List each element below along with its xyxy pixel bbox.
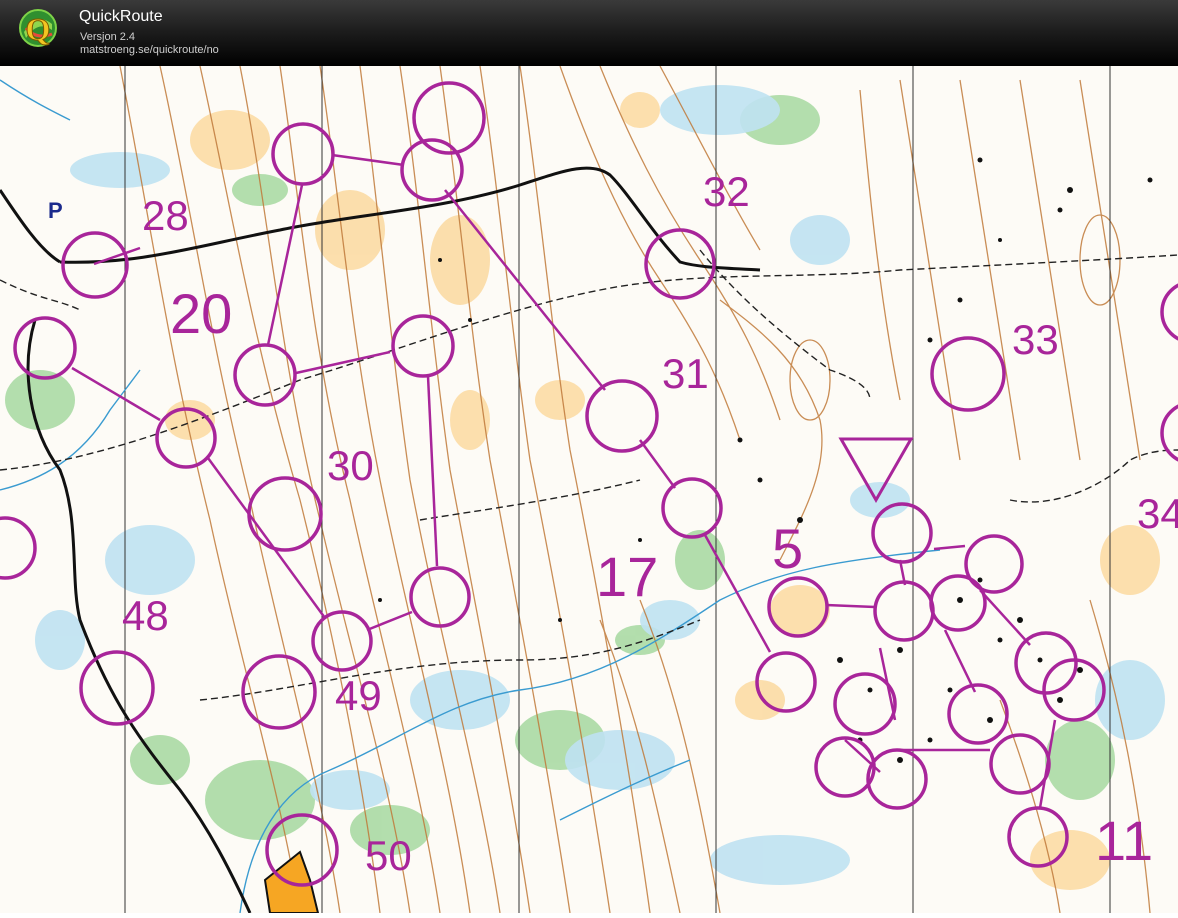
parking-symbol: P — [48, 198, 63, 223]
rocky-ground — [378, 157, 1153, 763]
control-circle[interactable] — [247, 476, 323, 552]
control-number: 20 — [170, 282, 232, 345]
control-number: 11 — [1095, 809, 1153, 872]
control-circle[interactable] — [661, 477, 723, 539]
control-circle[interactable] — [79, 650, 155, 726]
orienteering-map[interactable]: P 28 20 30 48 49 50 31 32 17 5 33 34 11 — [0, 65, 1178, 914]
app-title: QuickRoute — [79, 8, 163, 25]
control-number: 49 — [335, 672, 382, 719]
svg-text:Q: Q — [26, 11, 51, 47]
control-circle[interactable] — [871, 502, 933, 564]
app-url[interactable]: matstroeng.se/quickroute/no — [80, 44, 219, 56]
control-circle[interactable] — [930, 336, 1006, 412]
control-number: 33 — [1012, 316, 1059, 363]
streams — [0, 79, 941, 914]
control-circle[interactable] — [233, 343, 297, 407]
control-number: 30 — [327, 442, 374, 489]
control-circle[interactable] — [929, 574, 987, 632]
control-circle[interactable] — [947, 683, 1009, 745]
control-number: 5 — [772, 517, 803, 580]
control-circle[interactable] — [271, 122, 335, 186]
control-circle[interactable] — [0, 516, 37, 580]
control-number: 48 — [122, 592, 169, 639]
control-number: 17 — [596, 545, 658, 608]
control-circle[interactable] — [13, 316, 77, 380]
control-number: 34 — [1137, 490, 1178, 537]
control-circle[interactable] — [866, 748, 928, 810]
control-circle[interactable] — [989, 733, 1051, 795]
control-number: 50 — [365, 832, 412, 879]
app-header: Q QuickRoute Versjon 2.4 matstroeng.se/q… — [0, 0, 1178, 66]
control-circle[interactable] — [644, 228, 716, 300]
control-circle[interactable] — [1160, 282, 1178, 342]
course-legs — [71, 153, 1057, 809]
control-circle[interactable] — [1160, 403, 1178, 463]
control-circle[interactable] — [409, 566, 471, 628]
control-circle[interactable] — [833, 672, 897, 736]
control-circle[interactable] — [814, 736, 876, 798]
quickroute-logo-icon: Q — [19, 9, 57, 48]
control-number: 32 — [703, 168, 750, 215]
control-number: 28 — [142, 192, 189, 239]
marsh-areas — [35, 85, 1165, 885]
map-canvas: P 28 20 30 48 49 50 31 32 17 5 33 34 11 — [0, 65, 1178, 914]
control-circle[interactable] — [585, 379, 659, 453]
control-number: 31 — [662, 350, 709, 397]
control-circle[interactable] — [241, 654, 317, 730]
control-circle[interactable] — [391, 314, 455, 378]
control-circle[interactable] — [873, 580, 935, 642]
control-circle[interactable] — [61, 231, 129, 299]
app-version: Versjon 2.4 — [80, 31, 136, 43]
